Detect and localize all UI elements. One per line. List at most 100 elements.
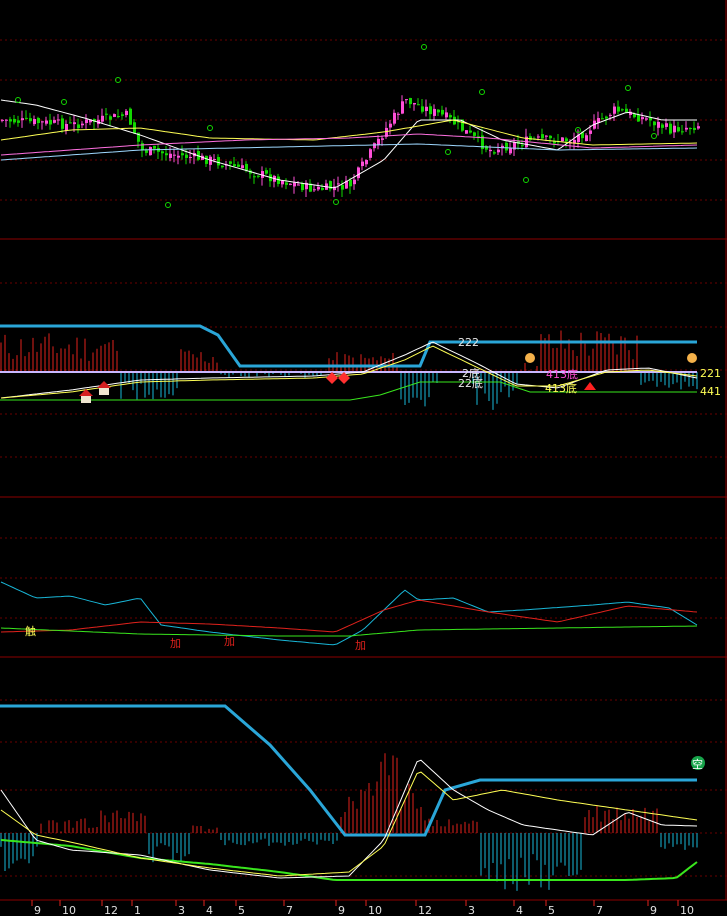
candle-body xyxy=(173,154,176,156)
candle-body xyxy=(113,114,116,117)
candle-body xyxy=(393,112,396,124)
candle-body xyxy=(101,115,104,122)
label-add-3: 加 xyxy=(355,639,366,652)
candle-body xyxy=(29,118,32,122)
candle-body xyxy=(669,123,672,134)
x-tick-label: 12 xyxy=(418,904,432,916)
candle-body xyxy=(37,117,40,124)
oscillator-line-green xyxy=(0,625,698,637)
x-tick-label: 12 xyxy=(104,904,118,916)
candle-body xyxy=(73,122,76,125)
candle-body xyxy=(601,118,604,120)
label-add-2: 加 xyxy=(224,635,235,648)
candle-body xyxy=(41,121,44,123)
candle-body xyxy=(633,113,636,118)
label-right-221: 221 xyxy=(700,367,721,380)
candle-body xyxy=(77,124,80,129)
o-marker-icon xyxy=(421,44,427,50)
candle-body xyxy=(25,117,28,119)
candle-body xyxy=(105,113,108,115)
candle-body xyxy=(365,159,368,165)
candle-body xyxy=(377,138,380,146)
candle-body xyxy=(65,123,68,131)
candle-body xyxy=(145,150,148,153)
x-tick-label: 10 xyxy=(62,904,76,916)
candle-body xyxy=(337,183,340,185)
candle-body xyxy=(253,176,256,178)
candle-body xyxy=(621,109,624,111)
house-icon xyxy=(97,381,111,395)
candle-body xyxy=(109,116,112,120)
candle-body xyxy=(397,113,400,115)
candle-body xyxy=(293,182,296,187)
candle-body xyxy=(445,112,448,118)
candle-body xyxy=(189,157,192,159)
candle-body xyxy=(677,127,680,132)
ma-line-lightblue xyxy=(0,143,698,161)
ma-line-white xyxy=(0,99,697,189)
candle-body xyxy=(149,147,152,156)
candle-body xyxy=(417,104,420,106)
candle-body xyxy=(237,164,240,167)
candle-body xyxy=(33,119,36,125)
candle-body xyxy=(413,103,416,105)
candle-body xyxy=(221,165,224,168)
candle-body xyxy=(473,132,476,136)
candle-body xyxy=(169,153,172,158)
candle-body xyxy=(117,116,120,118)
o-marker-icon xyxy=(651,133,657,139)
x-tick-label: 7 xyxy=(286,904,293,916)
label-413-bottom-b: 413底 xyxy=(545,381,577,395)
candle-body xyxy=(437,109,440,113)
candle-body xyxy=(125,110,128,116)
candle-body xyxy=(357,167,360,179)
x-tick-label: 7 xyxy=(596,904,603,916)
candle-body xyxy=(421,106,424,112)
house-wall xyxy=(81,396,91,403)
candle-body xyxy=(181,153,184,156)
badge-text: 空 xyxy=(692,757,703,771)
candle-body xyxy=(409,98,412,105)
candle-body xyxy=(381,138,384,140)
candle-body xyxy=(649,117,652,121)
candle-body xyxy=(673,125,676,133)
candle-body xyxy=(373,143,376,149)
candle-body xyxy=(285,182,288,185)
house-wall xyxy=(99,388,109,395)
candle-body xyxy=(229,161,232,164)
candle-body xyxy=(233,164,236,167)
candle-body xyxy=(401,101,404,114)
oscillator-line-cyan xyxy=(0,581,698,646)
label-413-bottom-a: 413底 xyxy=(546,367,578,381)
stock-chart: 9 10 12 1 3 4 5 7 9 10 12 3 4 5 7 9 10 222 2底 22底 413底 4… xyxy=(0,0,727,916)
label-22bottom: 22底 xyxy=(458,376,483,390)
candle-body xyxy=(49,119,52,125)
candle-body xyxy=(161,151,164,154)
o-marker-icon xyxy=(61,99,67,105)
candle-body xyxy=(153,145,156,149)
candle-body xyxy=(689,128,692,130)
candle-body xyxy=(509,148,512,154)
candle-body xyxy=(321,187,324,190)
candle-body xyxy=(449,115,452,118)
candle-body xyxy=(441,109,444,115)
candle-body xyxy=(585,135,588,142)
candle-body xyxy=(5,119,8,121)
x-tick-label: 3 xyxy=(178,904,185,916)
candle-body xyxy=(361,161,364,167)
o-marker-icon xyxy=(165,202,171,208)
candle-body xyxy=(693,127,696,130)
candle-body xyxy=(265,170,268,174)
x-tick-label: 10 xyxy=(680,904,694,916)
candle-body xyxy=(177,155,180,158)
candle-body xyxy=(185,154,188,158)
candle-body xyxy=(653,121,656,126)
candle-body xyxy=(281,181,284,185)
lower-band-line xyxy=(0,839,698,881)
candle-body xyxy=(549,135,552,139)
candle-body xyxy=(425,106,428,112)
candle-body xyxy=(429,106,432,115)
x-tick-label: 1 xyxy=(134,904,141,916)
candle-body xyxy=(165,153,168,156)
candle-body xyxy=(681,131,684,133)
